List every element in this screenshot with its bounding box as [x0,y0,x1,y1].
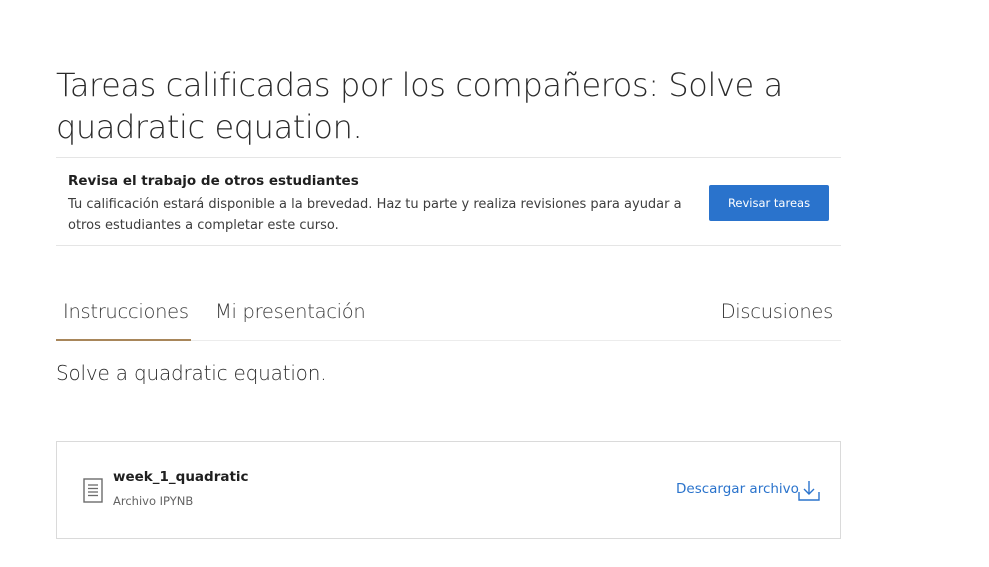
download-icon [798,481,820,501]
review-assignments-button[interactable]: Revisar tareas [709,185,829,221]
download-label: Descargar archivo [676,481,799,497]
tab-discusiones[interactable]: Discusiones [721,300,834,323]
document-icon [83,478,103,503]
peer-review-banner: Revisa el trabajo de otros estudiantes T… [56,157,841,246]
tab-bar: Instrucciones Mi presentación Discusione… [56,290,841,341]
review-description: Tu calificación estará disponible a la b… [68,197,682,233]
attachment-card: week_1_quadratic Archivo IPYNB Descargar… [56,441,841,539]
page-title: Tareas calificadas por los compañeros: S… [56,66,783,146]
tab-instrucciones[interactable]: Instrucciones [63,300,189,323]
tab-mi-presentacion[interactable]: Mi presentación [215,300,366,323]
download-file-link[interactable]: Descargar archivo [676,481,821,502]
attachment-type: Archivo IPYNB [113,494,194,508]
attachment-name: week_1_quadratic [113,469,249,485]
instructions-text: Solve a quadratic equation. [56,361,327,385]
review-heading: Revisa el trabajo de otros estudiantes [68,173,359,189]
active-tab-indicator [56,339,191,341]
